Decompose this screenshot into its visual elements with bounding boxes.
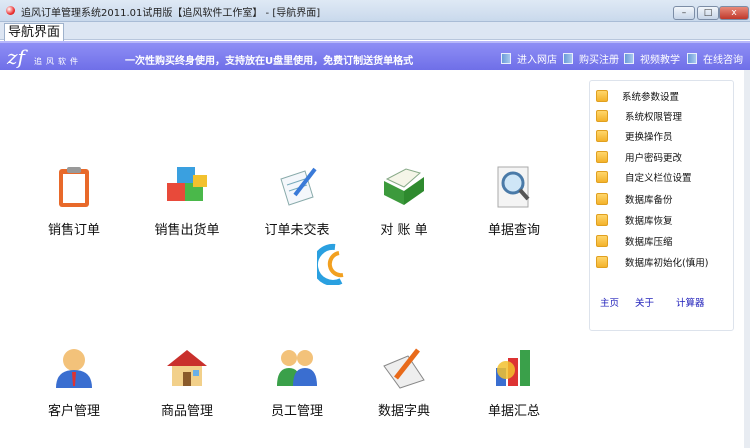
link-register[interactable]: 购买注册: [563, 51, 619, 66]
magnifier-icon: [497, 166, 530, 208]
logo-text: 追风软件: [34, 57, 82, 66]
link-label: 视频教学: [640, 55, 680, 66]
panel-item-change-password[interactable]: 用户密码更改: [596, 150, 682, 164]
system-panel: 系统参数设置 系统权限管理 更换操作员 用户密码更改 自定义栏位设置 数据库备份…: [589, 80, 734, 331]
note-icon: [596, 90, 608, 102]
nav-sales-delivery[interactable]: 销售出货单: [137, 165, 237, 238]
boxes-icon: [167, 167, 207, 201]
minimize-button[interactable]: –: [673, 6, 695, 20]
panel-item-label: 数据库恢复: [625, 216, 673, 227]
link-about[interactable]: 关于: [635, 295, 654, 309]
panel-item-db-backup[interactable]: 数据库备份: [596, 192, 673, 206]
panel-item-label: 数据库初始化(慎用): [625, 258, 709, 269]
panel-item-label: 数据库压缩: [625, 237, 673, 248]
nav-label: 销售出货单: [154, 223, 220, 238]
nav-document-summary[interactable]: 单据汇总: [464, 346, 564, 419]
title-bar: 追风订单管理系统2011.01试用版【追风软件工作室】 - [导航界面] – □…: [0, 0, 750, 22]
nav-data-dictionary[interactable]: 数据字典: [354, 346, 454, 419]
clipboard-icon: [59, 167, 89, 207]
note-icon: [596, 214, 608, 226]
link-calculator[interactable]: 计算器: [676, 295, 705, 309]
panel-item-label: 系统权限管理: [625, 112, 683, 123]
link-video[interactable]: 视频教学: [624, 51, 680, 66]
nav-sales-order[interactable]: 销售订单: [24, 165, 124, 238]
link-home[interactable]: 主页: [600, 295, 619, 309]
tab-navigation[interactable]: 导航界面: [4, 23, 65, 41]
nav-label: 对 账 单: [380, 223, 428, 238]
nav-product-management[interactable]: 商品管理: [137, 346, 237, 419]
customer-icon: [56, 349, 92, 388]
maximize-button[interactable]: □: [697, 6, 719, 20]
document-pen-icon: [280, 167, 317, 206]
nav-label: 单据查询: [487, 223, 540, 238]
note-icon: [596, 235, 608, 247]
staff-icon: [277, 350, 317, 386]
note-icon: [596, 110, 608, 122]
summary-chart-icon: [496, 350, 530, 386]
panel-item-db-restore[interactable]: 数据库恢复: [596, 213, 673, 227]
panel-item-db-compress[interactable]: 数据库压缩: [596, 234, 673, 248]
nav-label: 订单未交表: [264, 223, 330, 238]
app-icon: [6, 6, 15, 15]
link-consult[interactable]: 在线咨询: [687, 51, 743, 66]
nav-label: 数据字典: [377, 404, 430, 419]
note-icon: [596, 171, 608, 183]
book-icon: [687, 53, 697, 64]
nav-unfulfilled-orders[interactable]: 订单未交表: [247, 165, 347, 238]
panel-item-label: 更换操作员: [625, 132, 673, 143]
link-shop[interactable]: 进入网店: [501, 51, 557, 66]
panel-item-label: 自定义栏位设置: [625, 173, 692, 184]
banner: zf 追风软件 一次性购买终身使用，支持放在U盘里使用，免费订制送货单格式 进入…: [0, 41, 750, 70]
panel-item-custom-fields[interactable]: 自定义栏位设置: [596, 170, 692, 184]
nav-statement[interactable]: 对 账 单: [354, 165, 454, 238]
nav-customer-management[interactable]: 客户管理: [24, 346, 124, 419]
house-icon: [167, 350, 207, 386]
panel-item-label: 数据库备份: [625, 195, 673, 206]
panel-item-permissions[interactable]: 系统权限管理: [596, 109, 682, 123]
panel-item-label: 用户密码更改: [625, 153, 683, 164]
logo: zf: [7, 45, 25, 69]
nav-label: 商品管理: [160, 404, 213, 419]
book-icon: [563, 53, 573, 64]
watermark-logo: [312, 243, 432, 286]
close-button[interactable]: x: [719, 6, 749, 20]
slogan: 一次性购买终身使用，支持放在U盘里使用，免费订制送货单格式: [125, 56, 414, 67]
nav-staff-management[interactable]: 员工管理: [247, 346, 347, 419]
window-edge: [744, 70, 750, 448]
link-label: 购买注册: [579, 55, 619, 66]
nav-label: 员工管理: [270, 404, 323, 419]
note-icon: [596, 193, 608, 205]
open-book-icon: [384, 168, 424, 205]
dictionary-icon: [383, 348, 425, 389]
link-label: 在线咨询: [703, 55, 743, 66]
book-icon: [624, 53, 634, 64]
panel-item-system-params[interactable]: 系统参数设置: [596, 89, 679, 103]
nav-label: 销售订单: [47, 223, 100, 238]
nav-label: 客户管理: [47, 404, 100, 419]
tab-bar: 导航界面: [0, 22, 750, 41]
panel-item-db-init[interactable]: 数据库初始化(慎用): [596, 255, 708, 269]
nav-document-query[interactable]: 单据查询: [464, 165, 564, 238]
panel-item-label: 系统参数设置: [622, 92, 680, 103]
window-title: 追风订单管理系统2011.01试用版【追风软件工作室】 - [导航界面]: [21, 8, 321, 19]
note-icon: [596, 256, 608, 268]
book-icon: [501, 53, 511, 64]
note-icon: [596, 130, 608, 142]
panel-item-switch-operator[interactable]: 更换操作员: [596, 129, 673, 143]
nav-label: 单据汇总: [487, 404, 540, 419]
link-label: 进入网店: [517, 55, 557, 66]
note-icon: [596, 151, 608, 163]
